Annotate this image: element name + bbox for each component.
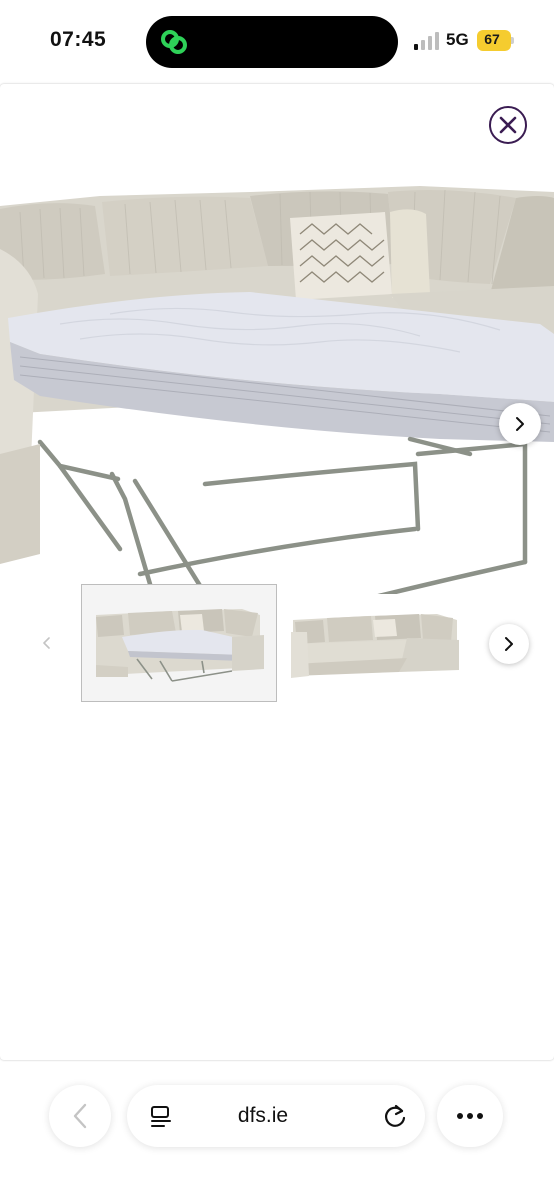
- browser-toolbar: dfs.ie: [0, 1062, 554, 1200]
- image-next-button[interactable]: [499, 403, 541, 445]
- network-type: 5G: [446, 30, 469, 49]
- address-bar[interactable]: dfs.ie: [127, 1085, 425, 1147]
- chevron-left-icon: [73, 1103, 87, 1129]
- thumbnail-image: [96, 609, 264, 682]
- thumbnail-next-button[interactable]: [489, 624, 529, 664]
- chevron-right-icon: [516, 417, 524, 431]
- battery-level: 67: [484, 31, 500, 47]
- chevron-right-icon: [505, 637, 513, 651]
- battery-icon: 67: [477, 30, 514, 51]
- page-menu-icon[interactable]: [149, 1104, 173, 1128]
- close-icon: [499, 116, 517, 134]
- product-gallery-page: [0, 84, 554, 1060]
- url-text[interactable]: dfs.ie: [187, 1104, 339, 1128]
- thumbnail-sofa-closed[interactable]: [287, 596, 463, 686]
- thumbnail-sofa-bed-open[interactable]: [81, 584, 277, 702]
- status-time: 07:45: [50, 28, 107, 51]
- more-dots-icon: [457, 1113, 483, 1119]
- dynamic-island[interactable]: [146, 16, 398, 68]
- more-options-button[interactable]: [437, 1085, 503, 1147]
- main-product-image[interactable]: [0, 154, 554, 594]
- close-button[interactable]: [489, 106, 527, 144]
- back-button[interactable]: [49, 1085, 111, 1147]
- thumbnail-image: [291, 614, 459, 678]
- thumbnail-prev-button[interactable]: [29, 625, 65, 661]
- status-bar: 07:45 5G 67: [0, 0, 554, 84]
- chevron-left-icon: [43, 637, 50, 649]
- link-rings-icon: [161, 30, 187, 54]
- reload-icon[interactable]: [382, 1103, 408, 1129]
- signal-icon: [414, 32, 439, 50]
